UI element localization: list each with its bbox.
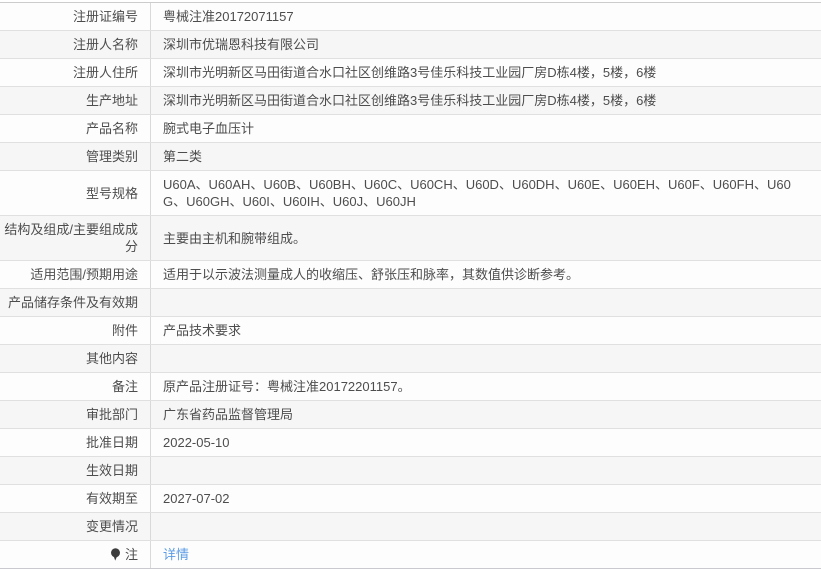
row-value-text: 2022-05-10: [163, 435, 230, 450]
row-value-text: 适用于以示波法测量成人的收缩压、舒张压和脉率，其数值供诊断参考。: [163, 267, 580, 282]
row-value: 详情: [151, 541, 821, 568]
row-label-text: 附件: [111, 323, 138, 338]
row-label-text: 注册证编号: [72, 9, 138, 24]
row-label: 注册人名称: [0, 31, 151, 58]
table-row: 变更情况: [0, 513, 821, 541]
table-row: 生产地址 深圳市光明新区马田街道合水口社区创维路3号佳乐科技工业园厂房D栋4楼，5…: [0, 87, 821, 115]
row-value: 原产品注册证号：粤械注准20172201157。: [151, 373, 821, 400]
row-value: [151, 289, 821, 316]
row-value: 深圳市光明新区马田街道合水口社区创维路3号佳乐科技工业园厂房D栋4楼，5楼，6楼: [151, 87, 821, 114]
row-label: 管理类别: [0, 143, 151, 170]
row-label-text: 注: [124, 547, 138, 562]
table-row: 其他内容: [0, 345, 821, 373]
table-row: 注册证编号 粤械注准20172071157: [0, 3, 821, 31]
row-label: 产品储存条件及有效期: [0, 289, 151, 316]
table-row: 适用范围/预期用途 适用于以示波法测量成人的收缩压、舒张压和脉率，其数值供诊断参考…: [0, 261, 821, 289]
row-label-text: 结构及组成/主要组成成分: [4, 222, 138, 254]
row-label-text: 审批部门: [85, 407, 138, 422]
table-row: 生效日期: [0, 457, 821, 485]
row-label: 注册证编号: [0, 3, 151, 30]
row-label: 生产地址: [0, 87, 151, 114]
row-value-text: 第二类: [163, 149, 203, 164]
table-row: 产品储存条件及有效期: [0, 289, 821, 317]
registration-table: 注册证编号 粤械注准20172071157 注册人名称 深圳市优瑞恩科技有限公司 注册人…: [0, 2, 821, 569]
table-row: 注册人名称 深圳市优瑞恩科技有限公司: [0, 31, 821, 59]
row-value: 适用于以示波法测量成人的收缩压、舒张压和脉率，其数值供诊断参考。: [151, 261, 821, 288]
row-value: 2027-07-02: [151, 485, 821, 512]
row-value-text: 腕式电子血压计: [163, 121, 255, 136]
row-label: 产品名称: [0, 115, 151, 142]
row-label: 其他内容: [0, 345, 151, 372]
row-label-text: 注册人住所: [72, 65, 138, 80]
table-row: 产品名称 腕式电子血压计: [0, 115, 821, 143]
row-value-text: 产品技术要求: [163, 323, 242, 338]
row-label: 注册人住所: [0, 59, 151, 86]
row-label: 批准日期: [0, 429, 151, 456]
row-label-text: 有效期至: [85, 491, 138, 506]
details-link[interactable]: 详情: [163, 546, 189, 563]
row-value-text: 主要由主机和腕带组成。: [163, 230, 307, 246]
row-label-text: 批准日期: [85, 435, 138, 450]
row-value-text: 深圳市光明新区马田街道合水口社区创维路3号佳乐科技工业园厂房D栋4楼，5楼，6楼: [163, 93, 657, 108]
row-label-text: 适用范围/预期用途: [30, 267, 138, 282]
table-row: 型号规格 U60A、U60AH、U60B、U60BH、U60C、U60CH、U60…: [0, 171, 821, 216]
row-label: 附件: [0, 317, 151, 344]
table-row: 审批部门 广东省药品监督管理局: [0, 401, 821, 429]
table-row: 注册人住所 深圳市光明新区马田街道合水口社区创维路3号佳乐科技工业园厂房D栋4楼，…: [0, 59, 821, 87]
row-value: 2022-05-10: [151, 429, 821, 456]
table-row: 注 详情: [0, 541, 821, 569]
row-value: 产品技术要求: [151, 317, 821, 344]
row-label: 注: [0, 541, 151, 568]
table-row: 批准日期 2022-05-10: [0, 429, 821, 457]
row-label-text: 型号规格: [85, 185, 138, 201]
row-value: 第二类: [151, 143, 821, 170]
row-value-text: 粤械注准20172071157: [163, 9, 294, 24]
row-value: 深圳市优瑞恩科技有限公司: [151, 31, 821, 58]
row-label: 备注: [0, 373, 151, 400]
row-value: 主要由主机和腕带组成。: [151, 216, 821, 260]
row-label-text: 变更情况: [85, 519, 138, 534]
row-value: U60A、U60AH、U60B、U60BH、U60C、U60CH、U60D、U6…: [151, 171, 821, 215]
row-value: 粤械注准20172071157: [151, 3, 821, 30]
row-label: 适用范围/预期用途: [0, 261, 151, 288]
bulb-icon: [110, 548, 121, 561]
row-value: 广东省药品监督管理局: [151, 401, 821, 428]
row-value: 深圳市光明新区马田街道合水口社区创维路3号佳乐科技工业园厂房D栋4楼，5楼，6楼: [151, 59, 821, 86]
row-value: [151, 345, 821, 372]
row-label-text: 生效日期: [85, 463, 138, 478]
row-value-text: 2027-07-02: [163, 491, 230, 506]
row-label-text: 产品名称: [85, 121, 138, 136]
row-label: 结构及组成/主要组成成分: [0, 216, 151, 260]
table-row: 结构及组成/主要组成成分 主要由主机和腕带组成。: [0, 216, 821, 261]
table-row: 备注 原产品注册证号：粤械注准20172201157。: [0, 373, 821, 401]
table-row: 附件 产品技术要求: [0, 317, 821, 345]
row-label: 变更情况: [0, 513, 151, 540]
row-value-text: 原产品注册证号：粤械注准20172201157。: [163, 379, 411, 394]
row-label: 有效期至: [0, 485, 151, 512]
row-label: 审批部门: [0, 401, 151, 428]
row-label: 生效日期: [0, 457, 151, 484]
table-row: 有效期至 2027-07-02: [0, 485, 821, 513]
row-label-text: 备注: [111, 379, 138, 394]
row-label: 型号规格: [0, 171, 151, 215]
table-row: 管理类别 第二类: [0, 143, 821, 171]
row-value: 腕式电子血压计: [151, 115, 821, 142]
row-value: [151, 457, 821, 484]
row-label-text: 管理类别: [85, 149, 138, 164]
row-label-text: 其他内容: [85, 351, 138, 366]
registration-detail-page: 注册证编号 粤械注准20172071157 注册人名称 深圳市优瑞恩科技有限公司 注册人…: [0, 2, 821, 569]
row-value-text: U60A、U60AH、U60B、U60BH、U60C、U60CH、U60D、U6…: [163, 177, 791, 209]
row-value-text: 深圳市光明新区马田街道合水口社区创维路3号佳乐科技工业园厂房D栋4楼，5楼，6楼: [163, 65, 657, 80]
row-label-text: 注册人名称: [72, 37, 138, 52]
row-label-text: 产品储存条件及有效期: [7, 295, 138, 310]
row-value-text: 广东省药品监督管理局: [163, 407, 294, 422]
row-value-text: 深圳市优瑞恩科技有限公司: [163, 37, 320, 52]
row-value: [151, 513, 821, 540]
row-label-text: 生产地址: [85, 93, 138, 108]
